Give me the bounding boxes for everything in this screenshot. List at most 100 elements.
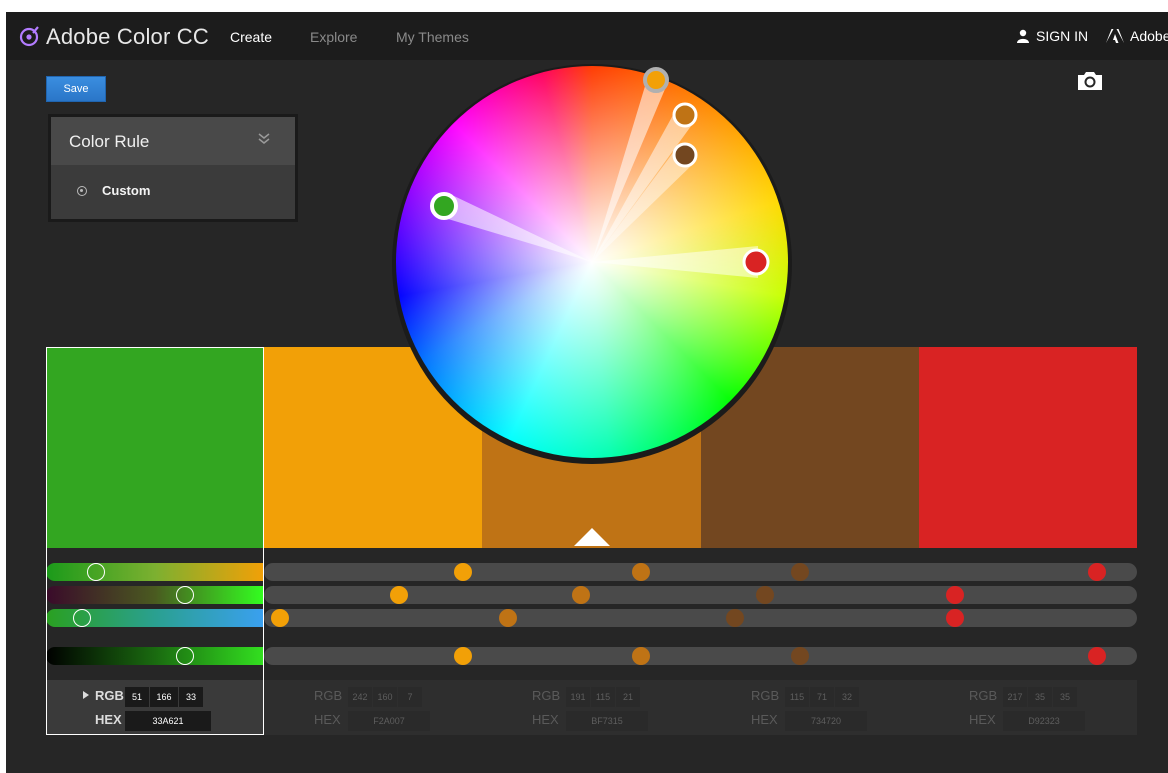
caret-right-icon[interactable]	[83, 691, 89, 699]
app-title: Adobe Color CC	[46, 24, 209, 49]
color-rule-options: Custom	[51, 165, 295, 219]
adobe-color-logo-icon[interactable]	[18, 24, 42, 48]
color-wheel-handles[interactable]	[396, 66, 788, 458]
camera-icon[interactable]	[1076, 70, 1104, 92]
rgb-label: RGB	[532, 688, 561, 703]
slider-1-marker-5[interactable]	[1088, 563, 1106, 581]
slider-2-marker-2[interactable]	[390, 586, 408, 604]
swatch-3-values: RGB 191 115 21 HEX BF7315	[482, 680, 701, 735]
rgb-label: RGB	[969, 688, 998, 703]
slider-2-marker-4[interactable]	[756, 586, 774, 604]
red-color-handle[interactable]	[742, 248, 770, 276]
slider-1-marker-2[interactable]	[454, 563, 472, 581]
slider-row-3	[46, 609, 1137, 627]
rgb-label: RGB	[95, 688, 124, 703]
slider-2-handle[interactable]	[176, 586, 194, 604]
nav-my-themes[interactable]: My Themes	[396, 29, 469, 45]
hex-value-input[interactable]: D92323	[1003, 711, 1085, 731]
green-value-input[interactable]: 166	[150, 687, 178, 707]
slider-2-marker-3[interactable]	[572, 586, 590, 604]
red-value-input[interactable]: 51	[125, 687, 149, 707]
slider-row-1	[46, 563, 1137, 581]
slider-2-gradient[interactable]	[46, 586, 264, 604]
slider-1-gradient[interactable]	[46, 563, 264, 581]
slider-4-marker-3[interactable]	[632, 647, 650, 665]
slider-1-track[interactable]	[264, 563, 1137, 581]
adobe-logo-icon	[1106, 29, 1124, 43]
swatch-4-values: RGB 115 71 32 HEX 734720	[701, 680, 919, 735]
slider-4-marker-4[interactable]	[791, 647, 809, 665]
slider-3-marker-2[interactable]	[271, 609, 289, 627]
color-rule-dropdown[interactable]: Color Rule	[51, 117, 295, 165]
color-rule-title: Color Rule	[69, 132, 150, 151]
user-icon	[1017, 29, 1029, 43]
swatch-2-values: RGB 242 160 7 HEX F2A007	[264, 680, 482, 735]
color-rule-panel: Color Rule Custom	[48, 114, 298, 222]
page-top-strip	[0, 0, 1168, 12]
hex-label: HEX	[969, 712, 996, 727]
page-left-strip	[0, 0, 6, 773]
blue-value-input[interactable]: 32	[835, 687, 859, 707]
slider-4-marker-2[interactable]	[454, 647, 472, 665]
blue-value-input[interactable]: 35	[1053, 687, 1077, 707]
red-handle-beam	[592, 246, 758, 278]
blue-value-input[interactable]: 21	[616, 687, 640, 707]
slider-2-marker-5[interactable]	[946, 586, 964, 604]
slider-4-gradient[interactable]	[46, 647, 264, 665]
blue-value-input[interactable]: 7	[398, 687, 422, 707]
green-handle-beam	[438, 196, 592, 262]
hex-label: HEX	[314, 712, 341, 727]
swatch-1-values: RGB 51 166 33 HEX 33A621	[47, 680, 263, 735]
green-value-input[interactable]: 71	[810, 687, 834, 707]
nav-explore[interactable]: Explore	[310, 29, 357, 45]
red-value-input[interactable]: 191	[566, 687, 590, 707]
app-header: Adobe Color CC Create Explore My Themes …	[6, 12, 1168, 60]
slider-4-track[interactable]	[264, 647, 1137, 665]
hex-value-input[interactable]: 33A621	[125, 711, 211, 731]
slider-1-marker-3[interactable]	[632, 563, 650, 581]
slider-1-handle[interactable]	[87, 563, 105, 581]
slider-3-handle[interactable]	[73, 609, 91, 627]
swatch-5[interactable]	[919, 347, 1137, 548]
sign-in-label: SIGN IN	[1036, 28, 1089, 44]
adobe-link[interactable]: Adobe	[1106, 28, 1168, 44]
base-color-caret-icon	[574, 528, 610, 546]
nav-create[interactable]: Create	[230, 29, 272, 45]
slider-4-handle[interactable]	[176, 647, 194, 665]
swatch-5-values: RGB 217 35 35 HEX D92323	[919, 680, 1137, 735]
slider-3-marker-5[interactable]	[946, 609, 964, 627]
green-value-input[interactable]: 35	[1028, 687, 1052, 707]
slider-4-marker-5[interactable]	[1088, 647, 1106, 665]
slider-3-track[interactable]	[264, 609, 1137, 627]
rgb-label: RGB	[314, 688, 343, 703]
yellow-color-handle[interactable]	[643, 67, 669, 93]
sign-in-link[interactable]: SIGN IN	[1016, 28, 1088, 44]
slider-3-marker-4[interactable]	[726, 609, 744, 627]
double-chevron-down-icon[interactable]	[257, 131, 271, 147]
hex-value-input[interactable]: BF7315	[566, 711, 648, 731]
green-value-input[interactable]: 115	[591, 687, 615, 707]
rgb-label: RGB	[751, 688, 780, 703]
brown-color-handle[interactable]	[672, 142, 698, 168]
adobe-link-label: Adobe	[1130, 28, 1168, 44]
hex-label: HEX	[532, 712, 559, 727]
slider-row-2	[46, 586, 1137, 604]
green-value-input[interactable]: 160	[373, 687, 397, 707]
hex-label: HEX	[751, 712, 778, 727]
rule-option-custom[interactable]: Custom	[102, 183, 150, 198]
slider-1-marker-4[interactable]	[791, 563, 809, 581]
red-value-input[interactable]: 217	[1003, 687, 1027, 707]
save-button[interactable]: Save	[46, 76, 106, 102]
green-color-handle[interactable]	[430, 192, 458, 220]
swatch-1[interactable]	[46, 347, 264, 548]
orange-color-handle[interactable]	[672, 102, 698, 128]
blue-value-input[interactable]: 33	[179, 687, 203, 707]
slider-row-4	[46, 647, 1137, 665]
red-value-input[interactable]: 242	[348, 687, 372, 707]
custom-radio-icon[interactable]	[77, 186, 87, 196]
red-value-input[interactable]: 115	[785, 687, 809, 707]
hex-label: HEX	[95, 712, 122, 727]
hex-value-input[interactable]: F2A007	[348, 711, 430, 731]
slider-3-marker-3[interactable]	[499, 609, 517, 627]
hex-value-input[interactable]: 734720	[785, 711, 867, 731]
